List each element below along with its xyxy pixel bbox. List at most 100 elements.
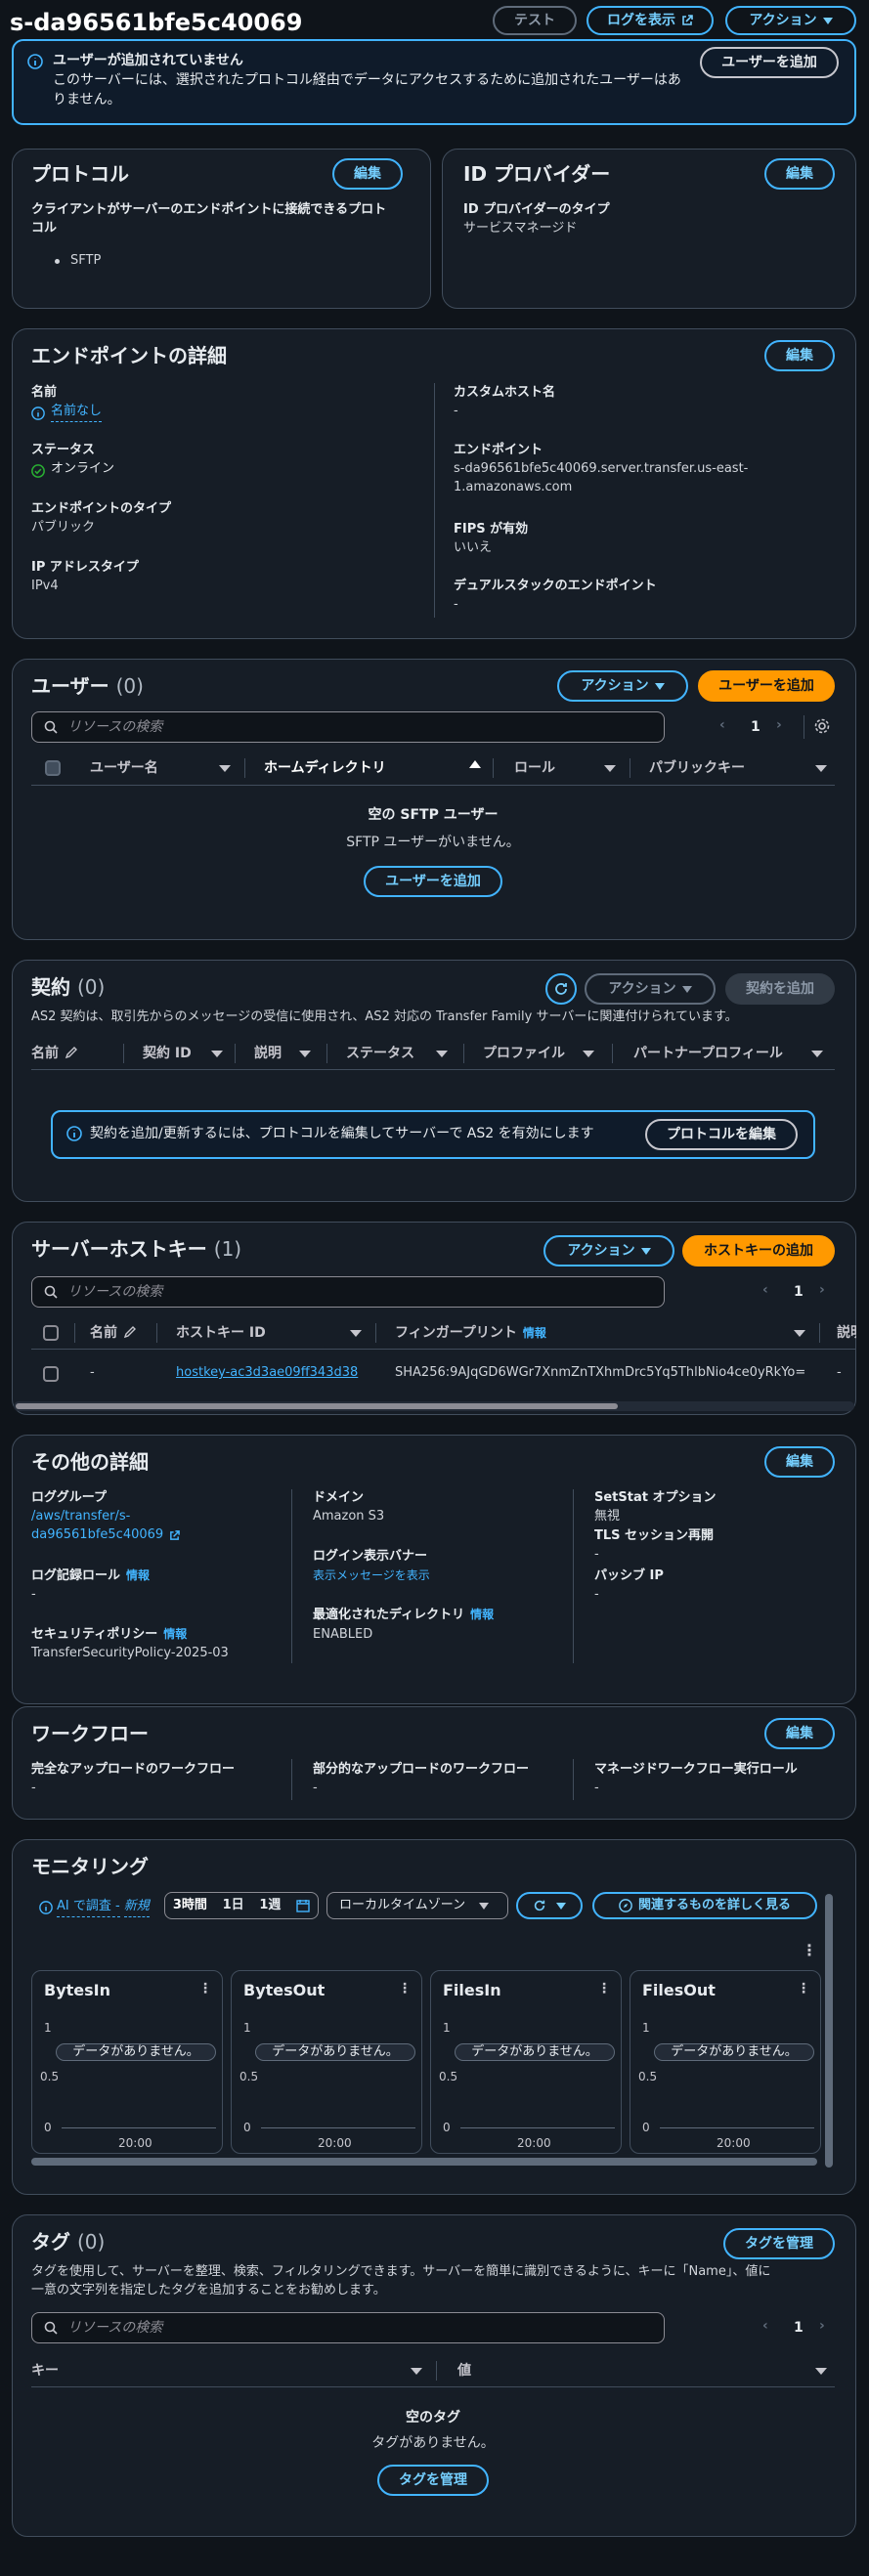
users-search-input[interactable]: リソースの検索 xyxy=(31,711,665,743)
range-3h[interactable]: 3時間 xyxy=(173,1897,207,1915)
more-options-icon[interactable]: ⋮ xyxy=(198,1979,212,1998)
sort-icon[interactable] xyxy=(411,2368,422,2375)
col-agreement-id[interactable]: 契約 ID xyxy=(143,1044,192,1063)
hostkeys-actions-button[interactable]: アクション xyxy=(543,1235,674,1267)
more-options-icon[interactable]: ⋮ xyxy=(797,1979,810,1998)
prev-page-icon[interactable]: ‹ xyxy=(762,1280,768,1300)
view-logs-button[interactable]: ログを表示 xyxy=(587,6,714,35)
settings-icon[interactable] xyxy=(813,717,831,735)
test-button[interactable]: テスト xyxy=(493,6,577,35)
header-actions-button[interactable]: アクション xyxy=(725,6,856,35)
workflow-edit-button[interactable]: 編集 xyxy=(764,1718,835,1749)
endpoint-edit-button[interactable]: 編集 xyxy=(764,340,835,371)
agreements-add-button[interactable]: 契約を追加 xyxy=(725,973,835,1005)
sort-icon[interactable] xyxy=(299,1051,311,1057)
row-hostkey-id[interactable]: hostkey-ac3d3ae09ff343d38 xyxy=(176,1364,358,1383)
edit-protocol-button[interactable]: プロトコルを編集 xyxy=(645,1119,798,1150)
table-header-line xyxy=(31,1069,835,1070)
other-edit-button[interactable]: 編集 xyxy=(764,1446,835,1478)
sort-icon[interactable] xyxy=(811,1051,823,1057)
page-number[interactable]: 1 xyxy=(794,2318,804,2338)
sort-icon[interactable] xyxy=(604,765,616,772)
sort-icon[interactable] xyxy=(794,1330,805,1337)
scrollbar-thumb[interactable] xyxy=(16,1403,618,1409)
page-number[interactable]: 1 xyxy=(751,717,760,737)
col-public-key[interactable]: パブリックキー xyxy=(649,758,745,778)
manage-tags-button[interactable]: タグを管理 xyxy=(723,2228,835,2259)
tags-search-input[interactable]: リソースの検索 xyxy=(31,2312,665,2343)
users-add-button[interactable]: ユーザーを追加 xyxy=(698,670,835,702)
sort-asc-icon[interactable] xyxy=(469,760,481,768)
more-options-icon[interactable]: ⋮ xyxy=(802,1939,817,1961)
col-partner-profile[interactable]: パートナープロフィール xyxy=(633,1044,783,1063)
col-hostkey-id[interactable]: ホストキー ID xyxy=(176,1323,266,1343)
more-options-icon[interactable]: ⋮ xyxy=(597,1979,611,1998)
sort-icon[interactable] xyxy=(583,1051,594,1057)
idp-edit-button[interactable]: 編集 xyxy=(764,158,835,190)
explore-related-button[interactable]: 関連するものを詳しく見る xyxy=(592,1892,817,1919)
calendar-icon[interactable] xyxy=(296,1899,310,1912)
next-page-icon[interactable]: › xyxy=(819,1280,825,1300)
agreements-count: (0) xyxy=(76,975,106,999)
sort-icon[interactable] xyxy=(350,1330,362,1337)
row-checkbox[interactable] xyxy=(43,1366,59,1382)
charts-hscrollbar[interactable] xyxy=(31,2158,817,2166)
banner-link[interactable]: 表示メッセージを表示 xyxy=(313,1567,430,1584)
col-divider xyxy=(74,1323,75,1343)
sort-icon[interactable] xyxy=(815,2368,827,2375)
refresh-dropdown-button[interactable] xyxy=(516,1892,583,1919)
tags-empty-manage-button[interactable]: タグを管理 xyxy=(377,2465,489,2496)
metric-chart: FilesOut ⋮ 1 0.5 0 データがありません。 20:00 xyxy=(630,1970,821,2154)
alert-add-user-button[interactable]: ユーザーを追加 xyxy=(700,47,839,78)
col-description[interactable]: 説明 xyxy=(837,1323,856,1343)
col-value[interactable]: 値 xyxy=(457,2361,471,2381)
sort-icon[interactable] xyxy=(219,765,231,772)
x-tick: 20:00 xyxy=(517,2136,551,2150)
loggroup-link-1[interactable]: /aws/transfer/s- xyxy=(31,1508,130,1526)
select-all-checkbox[interactable] xyxy=(45,760,61,776)
sort-icon[interactable] xyxy=(815,765,827,772)
ai-investigate-link[interactable]: AI で調査 - 新規 xyxy=(39,1898,150,1917)
col-fingerprint[interactable]: フィンガープリント 情報 xyxy=(395,1323,546,1343)
select-all-checkbox[interactable] xyxy=(43,1325,59,1341)
next-page-icon[interactable]: › xyxy=(819,2316,825,2336)
col-home-dir[interactable]: ホームディレクトリ xyxy=(264,758,386,778)
hostkeys-add-button[interactable]: ホストキーの追加 xyxy=(682,1235,835,1267)
timezone-select[interactable]: ローカルタイムゾーン xyxy=(326,1892,508,1919)
loggroup-link-2-row[interactable]: da96561bfe5c40069 xyxy=(31,1526,181,1545)
hostkeys-search-input[interactable]: リソースの検索 xyxy=(31,1276,665,1308)
users-actions-button[interactable]: アクション xyxy=(557,670,688,702)
refresh-button[interactable] xyxy=(545,973,577,1005)
more-options-icon[interactable]: ⋮ xyxy=(398,1979,412,1998)
col-profile[interactable]: プロファイル xyxy=(483,1044,565,1063)
col-status[interactable]: ステータス xyxy=(346,1044,414,1063)
sort-icon[interactable] xyxy=(436,1051,448,1057)
baseline xyxy=(660,2127,814,2128)
y-tick: 0 xyxy=(443,2121,451,2134)
users-empty-add-button[interactable]: ユーザーを追加 xyxy=(364,866,502,897)
info-link[interactable]: 情報 xyxy=(126,1568,150,1582)
col-key[interactable]: キー xyxy=(31,2361,59,2381)
page-number[interactable]: 1 xyxy=(794,1282,804,1302)
range-1d[interactable]: 1日 xyxy=(223,1897,244,1915)
agreements-actions-button[interactable]: アクション xyxy=(585,973,716,1005)
col-username[interactable]: ユーザー名 xyxy=(90,758,158,778)
info-link[interactable]: 情報 xyxy=(163,1627,187,1641)
col-name[interactable]: 名前 xyxy=(31,1044,59,1063)
col-role[interactable]: ロール xyxy=(514,758,555,778)
ai-investigate-label: AI で調査 - xyxy=(57,1898,120,1917)
prev-page-icon[interactable]: ‹ xyxy=(762,2316,768,2336)
info-link[interactable]: 情報 xyxy=(523,1326,546,1340)
info-link[interactable]: 情報 xyxy=(470,1608,494,1621)
col-name[interactable]: 名前 xyxy=(90,1323,117,1343)
protocol-edit-button[interactable]: 編集 xyxy=(332,158,403,190)
time-range-selector[interactable]: 3時間 1日 1週 xyxy=(164,1892,319,1919)
workflow-role-label: マネージドワークフロー実行ロール xyxy=(594,1762,798,1777)
prev-page-icon[interactable]: ‹ xyxy=(719,715,725,735)
range-1w[interactable]: 1週 xyxy=(259,1897,281,1915)
name-value[interactable]: 名前なし xyxy=(51,403,103,422)
sort-icon[interactable] xyxy=(211,1051,223,1057)
next-page-icon[interactable]: › xyxy=(776,715,782,735)
monitoring-scrollbar[interactable] xyxy=(825,1894,833,2168)
col-description[interactable]: 説明 xyxy=(254,1044,282,1063)
